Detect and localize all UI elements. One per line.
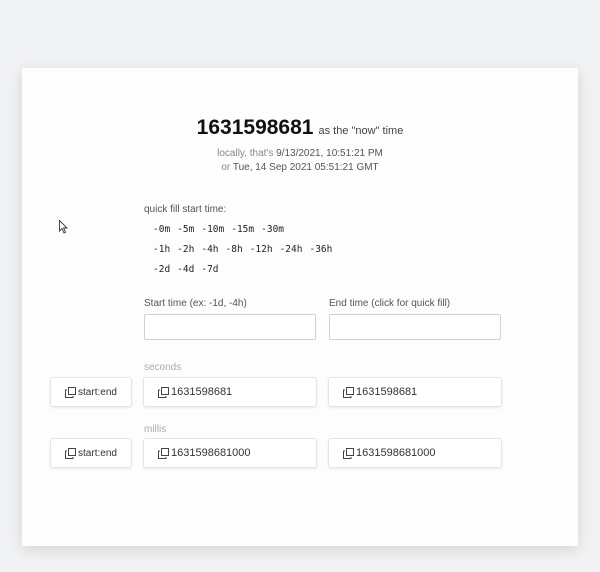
seconds-end-copy-button[interactable]: 1631598681 <box>328 377 502 407</box>
millis-range-copy-button[interactable]: start:end <box>50 438 132 468</box>
start-time-label: Start time (ex: -1d, -4h) <box>144 298 247 309</box>
millis-start-value: 1631598681000 <box>171 447 251 459</box>
quick-fill-option[interactable]: -12h <box>250 244 273 255</box>
gmt-time: Tue, 14 Sep 2021 05:51:21 GMT <box>232 162 379 173</box>
millis-end-value: 1631598681000 <box>356 447 436 459</box>
mouse-pointer-icon <box>59 219 69 239</box>
copy-icon <box>65 447 77 459</box>
seconds-end-value: 1631598681 <box>356 386 418 398</box>
seconds-start-copy-button[interactable]: 1631598681 <box>143 377 317 407</box>
quick-fill-option[interactable]: -8h <box>226 244 243 255</box>
quick-fill-option[interactable]: -7d <box>201 264 218 275</box>
now-suffix: as the "now" time <box>318 125 404 137</box>
quick-fill-option[interactable]: -36h <box>309 244 332 255</box>
copy-icon <box>65 386 77 398</box>
local-prefix: locally, that's <box>217 148 277 159</box>
quick-fill-row-days: -2d -4d -7d <box>153 264 219 275</box>
quick-fill-option[interactable]: -10m <box>201 224 224 235</box>
copy-icon <box>158 447 169 459</box>
quick-fill-option[interactable]: -0m <box>153 224 170 235</box>
quick-fill-option[interactable]: -30m <box>261 224 284 235</box>
gmt-prefix: or <box>221 162 233 173</box>
quick-fill-option[interactable]: -2h <box>177 244 194 255</box>
copy-icon <box>343 447 354 459</box>
quick-fill-option[interactable]: -2d <box>153 264 170 275</box>
quick-fill-option[interactable]: -4h <box>201 244 218 255</box>
seconds-range-copy-button[interactable]: start:end <box>50 377 132 407</box>
now-line: 1631598681 as the "now" time <box>22 116 578 140</box>
millis-start-copy-button[interactable]: 1631598681000 <box>143 438 317 468</box>
local-time: 9/13/2021, 10:51:21 PM <box>276 148 383 159</box>
end-time-label: End time (click for quick fill) <box>329 298 451 309</box>
quick-fill-option[interactable]: -15m <box>231 224 254 235</box>
end-time-input[interactable] <box>329 314 501 340</box>
now-timestamp: 1631598681 <box>196 116 314 139</box>
local-time-line: locally, that's 9/13/2021, 10:51:21 PM <box>22 148 578 159</box>
seconds-start-value: 1631598681 <box>171 386 233 398</box>
copy-icon <box>158 386 169 398</box>
quick-fill-option[interactable]: -4d <box>177 264 194 275</box>
seconds-label: seconds <box>144 362 182 373</box>
millis-label: millis <box>144 424 167 435</box>
gmt-time-line: or Tue, 14 Sep 2021 05:51:21 GMT <box>22 162 578 173</box>
copy-icon <box>343 386 354 398</box>
seconds-range-label: start:end <box>78 386 117 398</box>
quick-fill-label: quick fill start time: <box>144 204 227 215</box>
millis-end-copy-button[interactable]: 1631598681000 <box>328 438 502 468</box>
quick-fill-row-minutes: -0m -5m -10m -15m -30m <box>153 224 284 235</box>
millis-range-label: start:end <box>78 447 117 459</box>
start-time-input[interactable] <box>144 314 316 340</box>
quick-fill-option[interactable]: -24h <box>280 244 303 255</box>
main-card: 1631598681 as the "now" time locally, th… <box>22 68 578 546</box>
quick-fill-option[interactable]: -1h <box>153 244 170 255</box>
header: 1631598681 as the "now" time locally, th… <box>22 116 578 173</box>
quick-fill-row-hours: -1h -2h -4h -8h -12h -24h -36h <box>153 244 332 255</box>
quick-fill-option[interactable]: -5m <box>177 224 194 235</box>
